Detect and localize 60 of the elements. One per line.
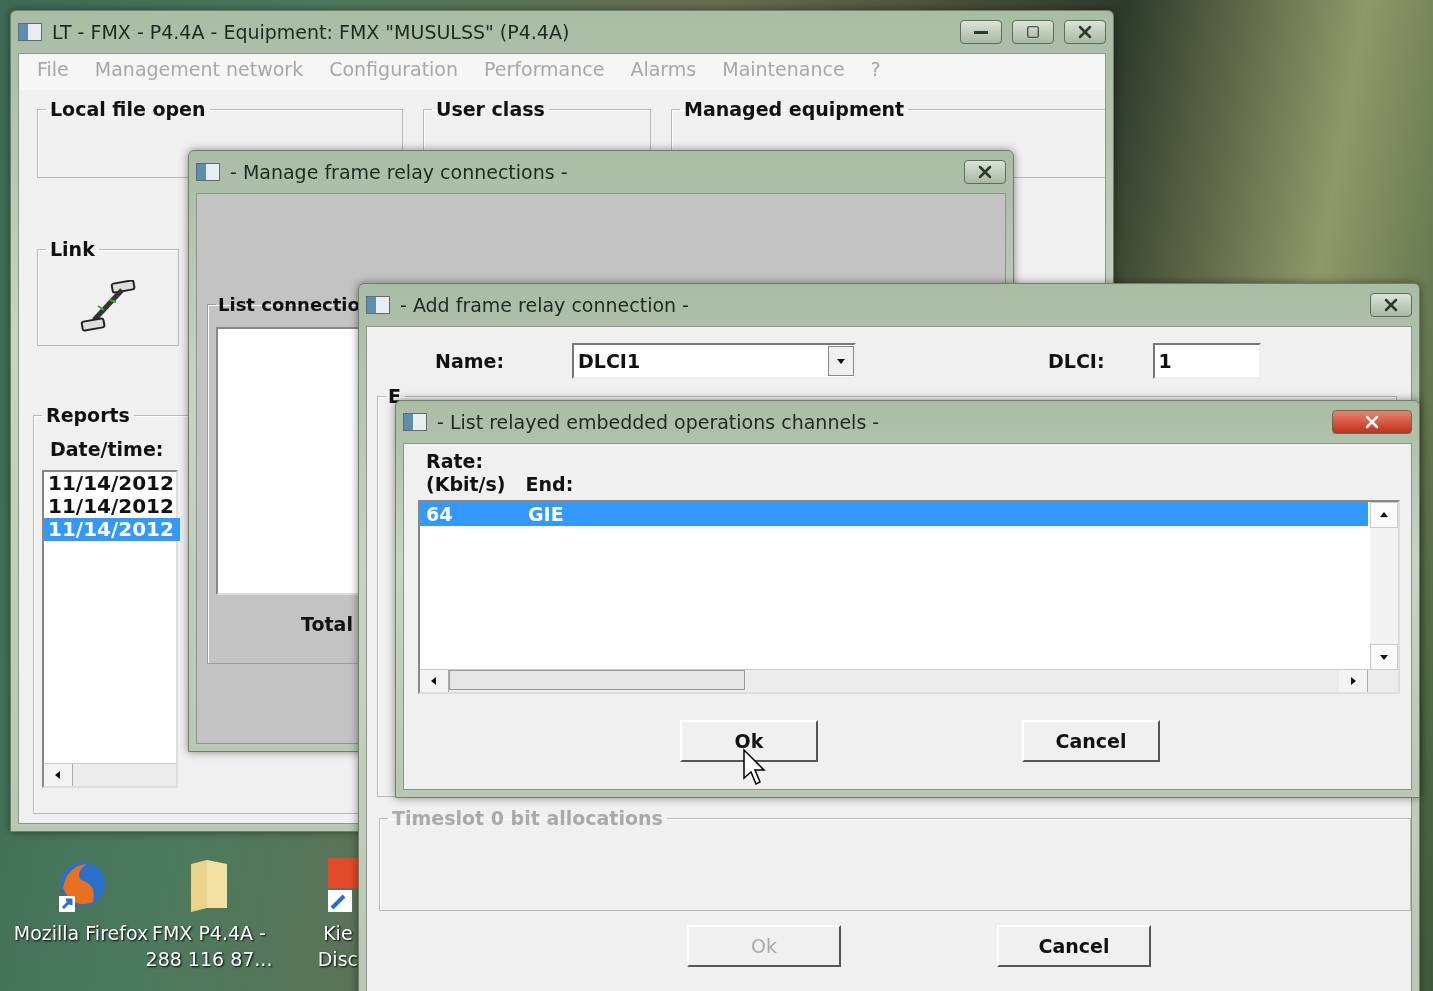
cancel-button[interactable]: Cancel — [997, 925, 1151, 967]
close-button[interactable] — [1332, 410, 1412, 434]
total-label: Total — [301, 613, 353, 635]
menu-item[interactable]: File — [37, 58, 69, 80]
group-label: Local file open — [49, 98, 207, 120]
close-button[interactable] — [1064, 20, 1106, 44]
window-icon — [366, 296, 390, 314]
close-button[interactable] — [1370, 293, 1412, 317]
column-header: Rate: (Kbit/s) — [426, 450, 506, 496]
icon-label: Kie Disc — [317, 921, 358, 972]
group-label: Timeslot 0 bit allocations — [391, 807, 664, 829]
window-icon — [403, 413, 427, 431]
up-arrow-icon — [1379, 510, 1389, 520]
caret-icon — [836, 356, 846, 366]
cancel-button[interactable]: Cancel — [1022, 720, 1160, 762]
list-item[interactable]: 11/14/2012 — [44, 518, 180, 541]
cable-icon[interactable] — [78, 280, 138, 332]
window-title: - Add frame relay connection - — [400, 294, 690, 316]
window-icon — [18, 23, 42, 41]
right-arrow-icon — [1348, 676, 1358, 686]
menu-item[interactable]: Configuration — [329, 58, 459, 80]
window-title: LT - FMX - P4.4A - Equipment: FMX "MUSULSS" (P4.4A) — [52, 21, 571, 43]
list-item[interactable]: 11/14/2012 — [44, 495, 180, 518]
menu-item[interactable]: Performance — [484, 58, 605, 80]
close-button[interactable] — [964, 160, 1006, 184]
dlci-field[interactable]: 1 — [1152, 343, 1261, 379]
maximize-icon — [1026, 25, 1040, 39]
column-header: Date/time: — [50, 438, 164, 460]
group-label: List connectio — [217, 294, 361, 315]
ok-button[interactable]: Ok — [680, 720, 818, 762]
window-icon — [196, 163, 220, 181]
left-arrow-icon — [53, 770, 63, 780]
group-label: Link — [49, 238, 96, 260]
group-label: Reports — [45, 404, 131, 426]
field-label: Name: — [435, 350, 504, 372]
field-label: DLCI: — [1048, 350, 1105, 372]
vertical-scrollbar[interactable] — [1370, 502, 1398, 670]
mouse-pointer-icon — [742, 748, 766, 788]
window-title: - List relayed embedded operations channels - — [437, 411, 881, 433]
minimize-button[interactable] — [960, 20, 1002, 44]
menu-item[interactable]: Alarms — [630, 58, 697, 80]
group-label: Managed equipment — [683, 98, 906, 120]
app-icon[interactable] — [328, 858, 358, 914]
menu-item[interactable]: Maintenance — [722, 58, 845, 80]
maximize-button[interactable] — [1012, 20, 1054, 44]
column-header: End: — [525, 473, 574, 496]
list-box[interactable]: 64 GIE — [418, 500, 1400, 694]
menu-item[interactable]: ? — [870, 58, 881, 80]
minimize-icon — [974, 30, 988, 34]
horizontal-scrollbar[interactable] — [420, 669, 1398, 692]
horizontal-scrollbar[interactable] — [44, 763, 176, 786]
menu-item[interactable]: Management network — [94, 58, 304, 80]
list-row[interactable]: 64 GIE — [420, 502, 1368, 526]
left-arrow-icon — [429, 676, 439, 686]
window-title: - Manage frame relay connections - — [230, 161, 569, 183]
list-item[interactable]: 11/14/2012 — [44, 472, 180, 495]
group-label: User class — [435, 98, 546, 120]
down-arrow-icon — [1379, 652, 1389, 662]
name-dropdown[interactable]: DLCI1 — [572, 343, 856, 379]
group-label: E — [387, 385, 402, 407]
